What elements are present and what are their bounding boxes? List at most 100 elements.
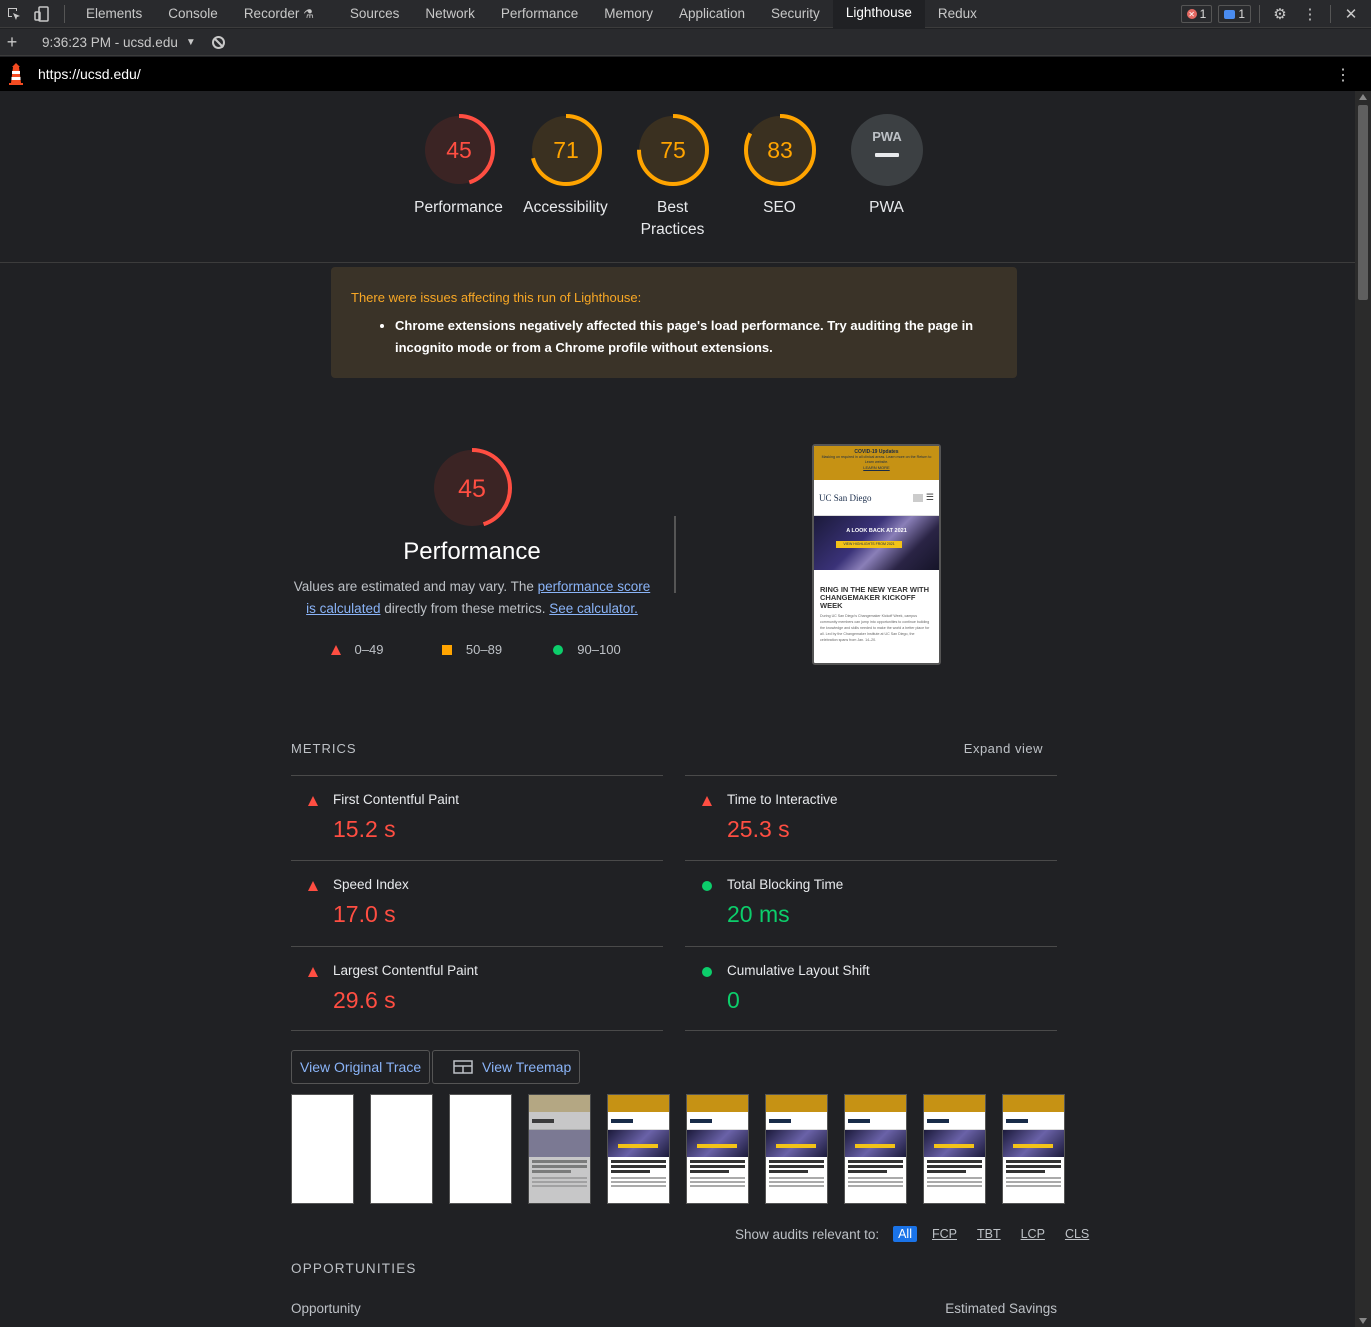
metric-tbt[interactable]: Total Blocking Time 20 ms [685, 860, 1057, 945]
performance-gauge: 45 [432, 448, 512, 528]
error-count: 1 [1199, 7, 1207, 21]
gauge-score: 71 [553, 137, 579, 163]
opportunity-column-header: Opportunity [291, 1301, 361, 1316]
runtime-warning: There were issues affecting this run of … [331, 267, 1017, 378]
scroll-down-icon[interactable] [1359, 1318, 1367, 1324]
tab-network[interactable]: Network [412, 0, 488, 28]
filmstrip-frame [844, 1094, 907, 1204]
inspect-element-icon[interactable] [0, 0, 28, 28]
expand-view-toggle[interactable]: Expand view [964, 741, 1043, 756]
gauge-label: SEO [763, 199, 796, 216]
gear-icon[interactable]: ⚙ [1268, 2, 1292, 26]
filmstrip-frame-blank [291, 1094, 354, 1204]
filter-lcp[interactable]: LCP [1016, 1226, 1050, 1242]
view-treemap-label: View Treemap [482, 1059, 572, 1075]
scrollbar[interactable] [1355, 91, 1371, 1327]
legend-pass: 90–100 [530, 642, 645, 657]
gauge-ring: 75 [636, 114, 709, 186]
pass-circle-icon [553, 644, 564, 655]
gauge-performance[interactable]: 45 Performance [405, 113, 512, 241]
score-gauges: 45 Performance 71 Accessibility 75 Best … [405, 113, 940, 241]
gauge-ring: 45 [422, 114, 495, 186]
audit-filter-label: Show audits relevant to: [735, 1226, 880, 1242]
tab-performance[interactable]: Performance [488, 0, 591, 28]
fail-triangle-icon [702, 796, 712, 806]
gauge-score: 83 [767, 137, 793, 163]
metric-tti[interactable]: Time to Interactive 25.3 s [685, 775, 1057, 860]
view-original-trace-label: View Original Trace [300, 1059, 422, 1075]
filmstrip-frame [607, 1094, 670, 1204]
new-report-icon[interactable]: + [0, 32, 24, 53]
tab-memory[interactable]: Memory [591, 0, 666, 28]
tab-console[interactable]: Console [155, 0, 231, 28]
close-icon[interactable]: ✕ [1339, 2, 1363, 26]
legend-average-label: 50–89 [465, 642, 503, 657]
see-calculator-link[interactable]: See calculator. [549, 601, 638, 616]
kebab-menu-icon[interactable]: ⋮ [1298, 2, 1322, 26]
gauge-pwa[interactable]: PWA PWA [833, 113, 940, 241]
metric-value: 25.3 s [727, 816, 790, 842]
error-count-badge[interactable]: ✕ 1 [1180, 5, 1213, 23]
tab-redux[interactable]: Redux [925, 0, 990, 28]
screenshot-logo: UC San Diego [819, 492, 872, 503]
metric-cls[interactable]: Cumulative Layout Shift 0 [685, 946, 1057, 1031]
metric-value: 0 [727, 987, 740, 1013]
toolbar-separator [1330, 5, 1331, 23]
screenshot-banner: COVID-19 Updates Masking on required in … [814, 446, 939, 480]
lighthouse-logo-icon [9, 63, 23, 85]
view-treemap-button[interactable]: View Treemap [432, 1050, 581, 1084]
vertical-divider [674, 516, 676, 593]
filter-all[interactable]: All [893, 1226, 917, 1242]
metric-speed-index[interactable]: Speed Index 17.0 s [291, 860, 663, 945]
report-url[interactable]: https://ucsd.edu/ [38, 66, 141, 82]
filter-cls[interactable]: CLS [1060, 1226, 1094, 1242]
scroll-up-icon[interactable] [1359, 94, 1367, 100]
scrollbar-thumb[interactable] [1358, 105, 1368, 300]
warning-title: There were issues affecting this run of … [351, 290, 642, 305]
tab-lighthouse[interactable]: Lighthouse [832, 0, 925, 28]
metrics-header: METRICS Expand view [291, 741, 1043, 756]
divider [291, 1030, 663, 1031]
report-selector[interactable]: 9:36:23 PM - ucsd.edu ▼ [42, 35, 196, 50]
device-toolbar-icon[interactable] [28, 0, 56, 28]
opportunities-title: OPPORTUNITIES [291, 1261, 417, 1276]
tab-elements[interactable]: Elements [73, 0, 155, 28]
metric-name: Speed Index [333, 877, 409, 892]
divider [685, 1030, 1057, 1031]
fail-triangle-icon [330, 644, 341, 655]
view-original-trace-button[interactable]: View Original Trace [291, 1050, 431, 1084]
filmstrip [291, 1094, 1065, 1204]
screenshot-header: UC San Diego ☰ [814, 480, 939, 516]
metric-lcp[interactable]: Largest Contentful Paint 29.6 s [291, 946, 663, 1031]
filter-tbt[interactable]: TBT [972, 1226, 1006, 1242]
gauge-ring: 83 [743, 114, 816, 186]
gauge-accessibility[interactable]: 71 Accessibility [512, 113, 619, 241]
filter-fcp[interactable]: FCP [927, 1226, 962, 1242]
tab-application[interactable]: Application [666, 0, 758, 28]
gauge-seo[interactable]: 83 SEO [726, 113, 833, 241]
message-count-badge[interactable]: 1 [1218, 5, 1251, 23]
filmstrip-frame [1002, 1094, 1065, 1204]
divider [0, 262, 1355, 263]
performance-description: Values are estimated and may vary. The p… [291, 576, 653, 620]
metric-value: 17.0 s [333, 901, 396, 927]
screenshot-hero-title: A LOOK BACK AT 2021 [846, 528, 907, 534]
warning-list: Chrome extensions negatively affected th… [351, 315, 997, 359]
pwa-badge-icon: PWA [850, 114, 923, 186]
tab-sources[interactable]: Sources [337, 0, 413, 28]
filmstrip-frame [923, 1094, 986, 1204]
report-selector-label: 9:36:23 PM - ucsd.edu [42, 34, 178, 50]
tab-recorder[interactable]: Recorder ⚗ [231, 0, 327, 28]
gauge-score: 75 [660, 137, 686, 163]
final-screenshot[interactable]: COVID-19 Updates Masking on required in … [812, 444, 941, 665]
metric-name: First Contentful Paint [333, 792, 460, 807]
tab-security[interactable]: Security [758, 0, 833, 28]
clear-reports-icon[interactable] [211, 35, 225, 49]
gauge-best-practices[interactable]: 75 Best Practices [619, 113, 726, 241]
fail-triangle-icon [308, 881, 318, 891]
metrics-title: METRICS [291, 741, 357, 756]
screenshot-header-icons: ☰ [912, 492, 934, 503]
metric-fcp[interactable]: First Contentful Paint 15.2 s [291, 775, 663, 860]
report-menu-icon[interactable]: ⋮ [1335, 65, 1351, 85]
hamburger-icon: ☰ [925, 492, 934, 502]
